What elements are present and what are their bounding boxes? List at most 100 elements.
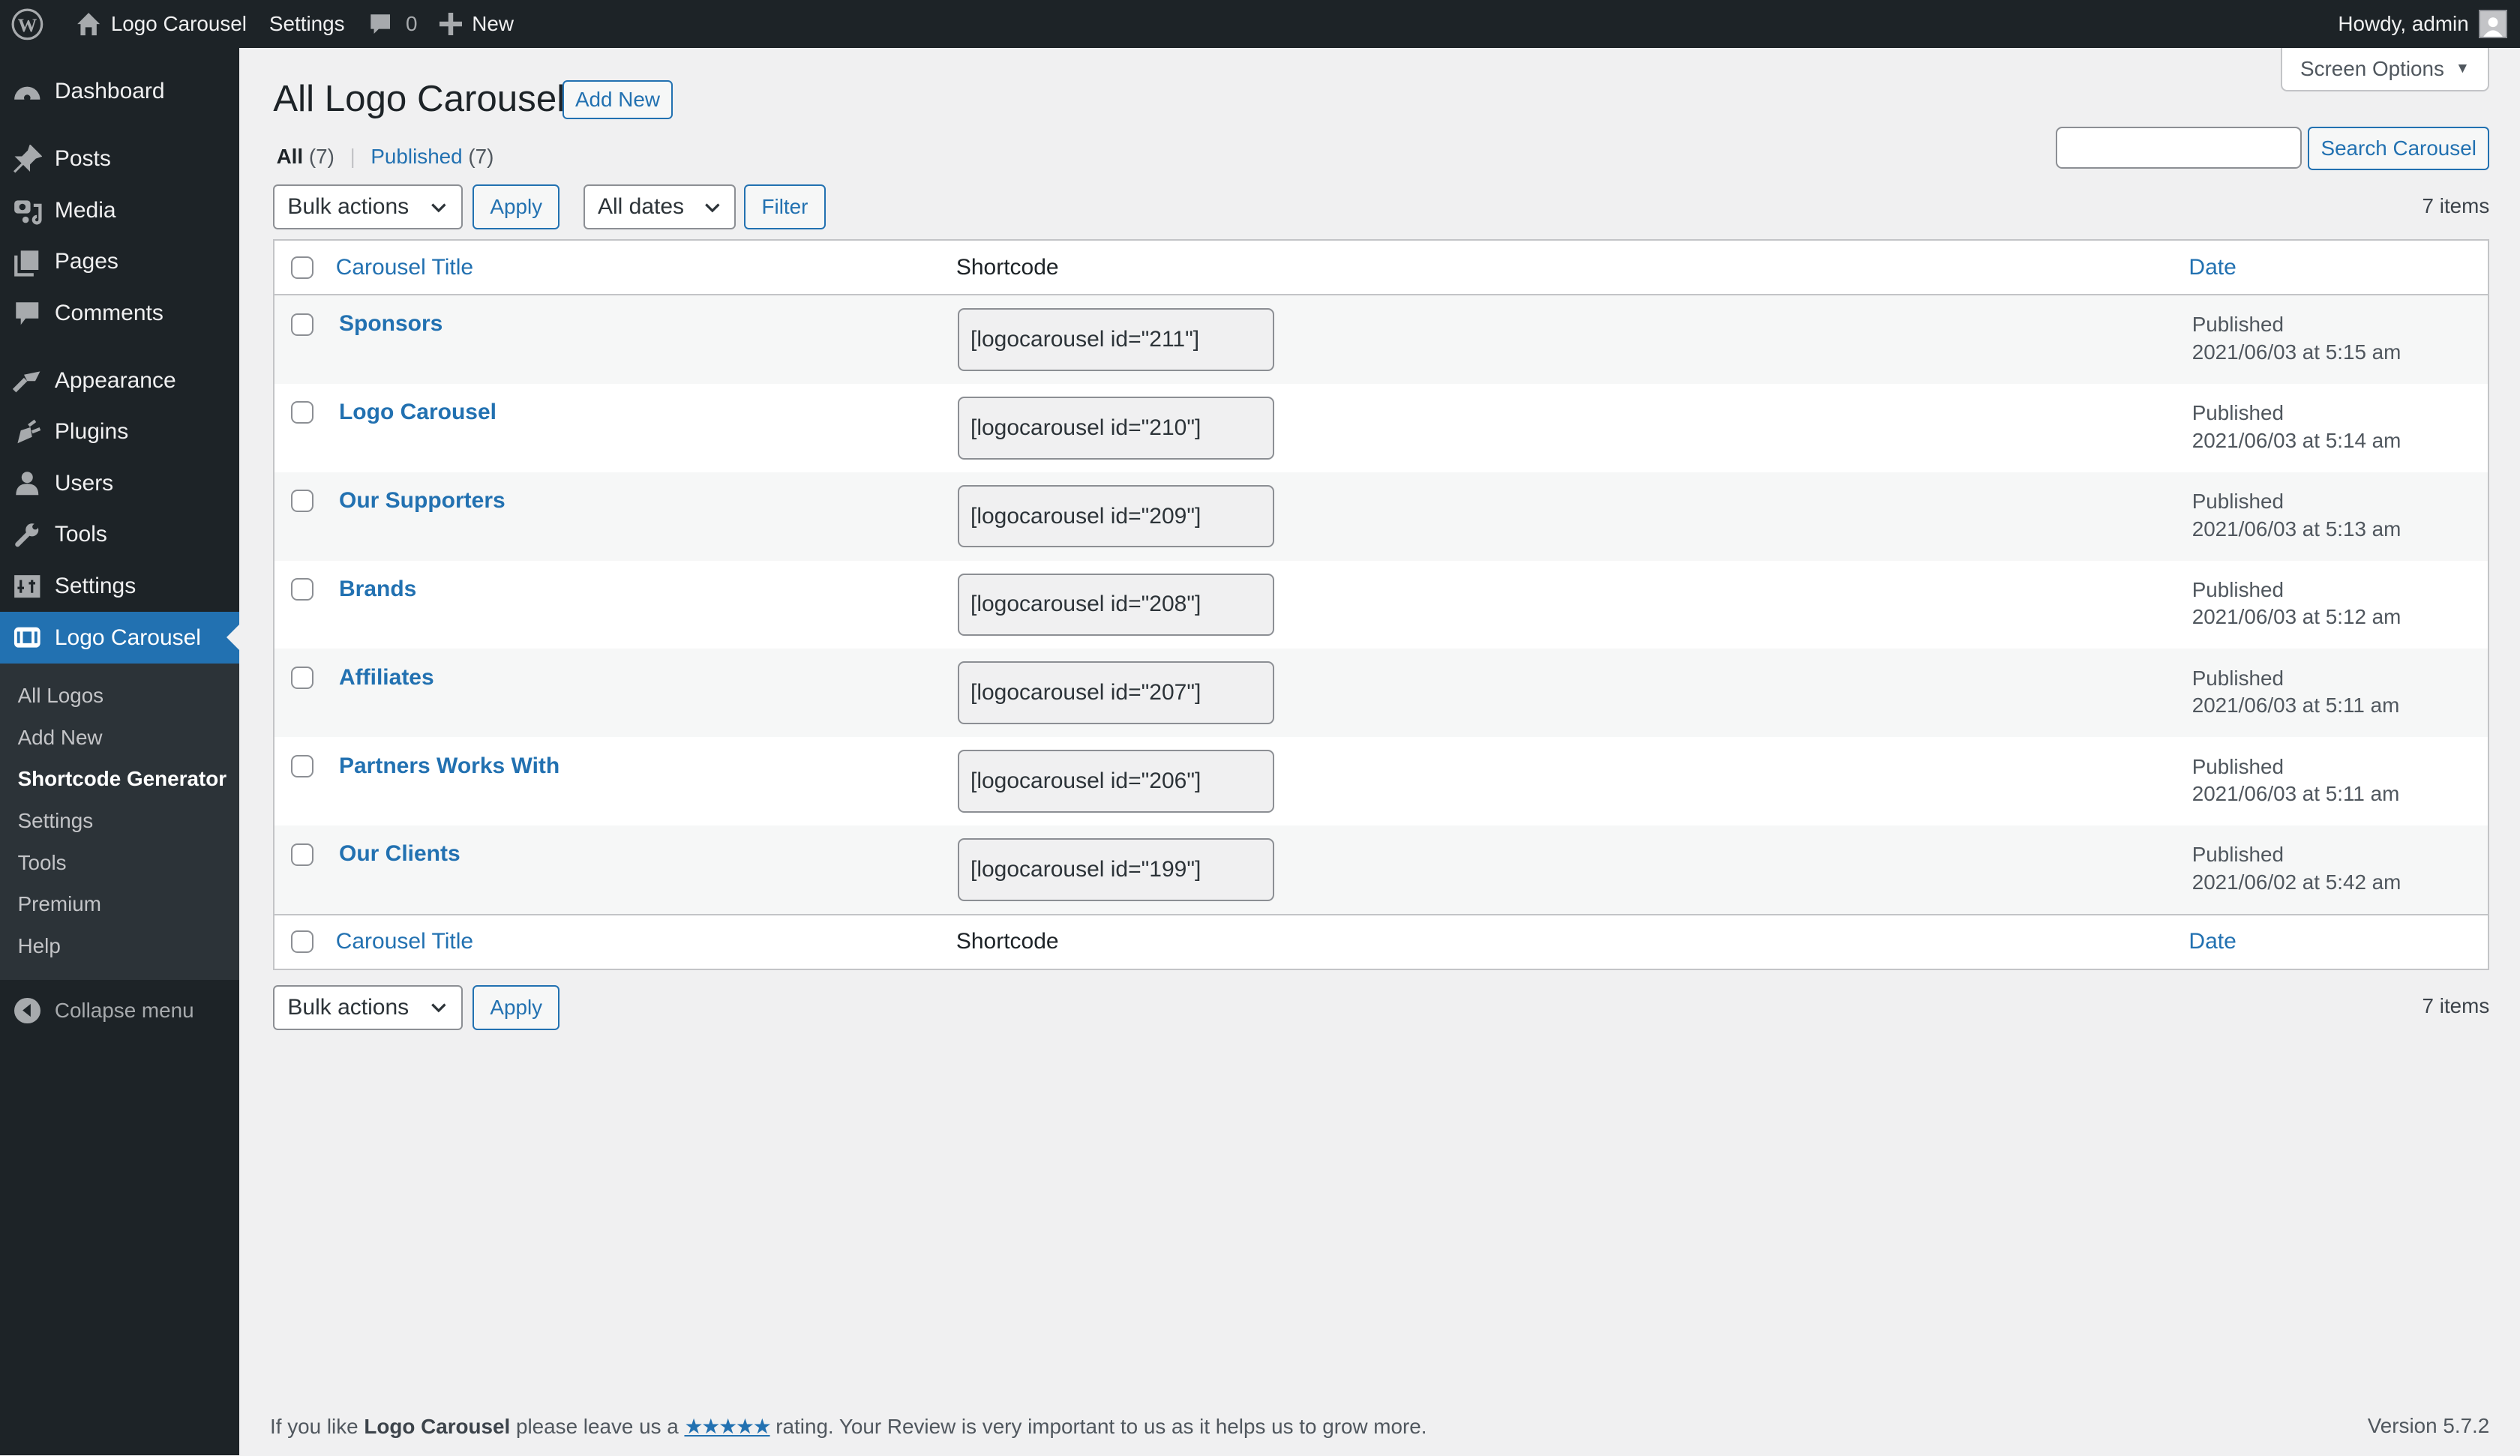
add-new-button[interactable]: Add New [562, 80, 673, 119]
column-header-date[interactable]: Date [2188, 255, 2236, 280]
carousel-title-link[interactable]: Logo Carousel [339, 400, 496, 425]
filter-published-count: (7) [468, 144, 494, 168]
chevron-down-icon [703, 197, 722, 223]
chevron-down-icon [429, 197, 448, 223]
wp-admin-page: W Logo Carousel Settings 0 New Howdy, ad… [0, 0, 2520, 1456]
items-count-top: 7 items [2422, 194, 2490, 218]
sidebar-item-comments[interactable]: Comments [0, 288, 239, 340]
sidebar-item-dashboard[interactable]: Dashboard [0, 66, 239, 118]
row-checkbox[interactable] [290, 666, 314, 689]
wp-version: Version 5.7.2 [2367, 1413, 2490, 1437]
apply-button-top[interactable]: Apply [472, 184, 560, 230]
carousel-title-link[interactable]: Our Clients [339, 841, 460, 867]
column-footer-date[interactable]: Date [2188, 929, 2236, 954]
shortcode-field[interactable]: [logocarousel id="207"] [957, 661, 1275, 725]
submenu-all-logos[interactable]: All Logos [0, 675, 239, 717]
submenu-shortcode-generator[interactable]: Shortcode Generator [0, 758, 239, 800]
main-content: Screen Options ▼ All Logo Carousels Add … [239, 48, 2520, 1455]
date-cell: Published 2021/06/02 at 5:42 am [2192, 841, 2402, 896]
bulk-actions-value: Bulk actions [287, 194, 410, 220]
avatar [2478, 10, 2507, 39]
submenu-help[interactable]: Help [0, 925, 239, 967]
status-text: Published [2192, 843, 2284, 867]
filter-all-link[interactable]: All [277, 145, 304, 168]
row-checkbox[interactable] [290, 578, 314, 601]
filter-published-link[interactable]: Published [370, 145, 462, 168]
column-header-title[interactable]: Carousel Title [336, 255, 473, 280]
five-star-rating-link[interactable]: ★★★★★ [684, 1415, 771, 1438]
row-checkbox[interactable] [290, 843, 314, 866]
column-footer-title[interactable]: Carousel Title [336, 929, 473, 954]
site-name-link[interactable]: Logo Carousel [64, 0, 258, 48]
select-all-checkbox[interactable] [290, 256, 314, 279]
screen-options-button[interactable]: Screen Options ▼ [2280, 48, 2490, 92]
date-filter-value: All dates [597, 194, 685, 220]
shortcode-field[interactable]: [logocarousel id="211"] [957, 308, 1275, 371]
carousel-title-link[interactable]: Sponsors [339, 311, 442, 337]
bulk-actions-select-top[interactable]: Bulk actions [273, 184, 464, 230]
sidebar-item-appearance[interactable]: Appearance [0, 355, 239, 407]
admin-bar-settings-link[interactable]: Settings [258, 0, 356, 48]
sidebar-item-logo-carousel[interactable]: Logo Carousel [0, 612, 240, 664]
date-text: 2021/06/03 at 5:11 am [2192, 782, 2400, 806]
admin-sidebar: Dashboard Posts Media Pages Comments App… [0, 48, 240, 1456]
footer-text: rating. Your Review is very important to… [770, 1414, 1427, 1438]
wordpress-logo-button[interactable]: W [0, 0, 64, 48]
table-row: Our Clients [logocarousel id="199"] Publis… [274, 825, 2488, 914]
carousel-title-link[interactable]: Brands [339, 577, 416, 602]
new-label: New [472, 12, 514, 36]
column-footer-shortcode: Shortcode [956, 929, 1059, 954]
sidebar-item-label: Posts [54, 146, 111, 172]
submenu-tools[interactable]: Tools [0, 842, 239, 884]
collapse-menu-label: Collapse menu [54, 998, 194, 1022]
sidebar-item-tools[interactable]: Tools [0, 509, 239, 561]
sidebar-item-settings[interactable]: Settings [0, 561, 239, 613]
sidebar-item-posts[interactable]: Posts [0, 133, 239, 185]
select-all-checkbox-bottom[interactable] [290, 930, 314, 954]
shortcode-field[interactable]: [logocarousel id="210"] [957, 396, 1275, 460]
apply-button-bottom[interactable]: Apply [472, 984, 560, 1030]
filter-separator: | [350, 144, 356, 168]
comments-link[interactable]: 0 [356, 0, 429, 48]
table-header: Carousel Title Shortcode Date [274, 241, 2488, 295]
sidebar-item-pages[interactable]: Pages [0, 236, 239, 288]
dashboard-icon [13, 77, 42, 106]
shortcode-field[interactable]: [logocarousel id="199"] [957, 838, 1275, 901]
search-carousel-button[interactable]: Search Carousel [2308, 127, 2490, 171]
settings-icon [13, 572, 42, 601]
date-text: 2021/06/03 at 5:14 am [2192, 428, 2402, 452]
date-cell: Published 2021/06/03 at 5:11 am [2192, 753, 2400, 808]
shortcode-field[interactable]: [logocarousel id="208"] [957, 573, 1275, 637]
filter-button[interactable]: Filter [744, 184, 826, 230]
my-account-menu[interactable]: Howdy, admin [2326, 0, 2520, 48]
user-icon [13, 469, 42, 499]
svg-text:W: W [18, 14, 38, 36]
carousel-title-link[interactable]: Affiliates [339, 665, 434, 691]
bulk-actions-select-bottom[interactable]: Bulk actions [273, 984, 464, 1030]
new-content-button[interactable]: New [428, 0, 525, 48]
submenu-add-new[interactable]: Add New [0, 717, 239, 759]
carousel-title-link[interactable]: Partners Works With [339, 753, 560, 779]
carousel-title-link[interactable]: Our Supporters [339, 488, 506, 514]
shortcode-field[interactable]: [logocarousel id="206"] [957, 750, 1275, 813]
row-checkbox[interactable] [290, 401, 314, 424]
footer-rating-text: If you like Logo Carousel please leave u… [270, 1414, 1426, 1439]
table-row: Our Supporters [logocarousel id="209"] Pub… [274, 472, 2488, 561]
submenu-premium[interactable]: Premium [0, 883, 239, 925]
date-filter-select[interactable]: All dates [583, 184, 736, 230]
wrench-icon [13, 520, 42, 550]
collapse-menu-button[interactable]: Collapse menu [0, 983, 239, 1038]
paintbrush-icon [13, 367, 42, 396]
sidebar-item-media[interactable]: Media [0, 184, 239, 236]
sidebar-item-plugins[interactable]: Plugins [0, 406, 239, 458]
search-input[interactable] [2055, 127, 2302, 169]
sidebar-item-users[interactable]: Users [0, 458, 239, 510]
footer-text: If you like [269, 1414, 364, 1438]
row-checkbox[interactable] [290, 754, 314, 777]
footer-text: please leave us a [510, 1414, 685, 1438]
status-text: Published [2192, 577, 2284, 601]
row-checkbox[interactable] [290, 490, 314, 513]
row-checkbox[interactable] [290, 313, 314, 336]
shortcode-field[interactable]: [logocarousel id="209"] [957, 484, 1275, 548]
submenu-settings[interactable]: Settings [0, 800, 239, 842]
